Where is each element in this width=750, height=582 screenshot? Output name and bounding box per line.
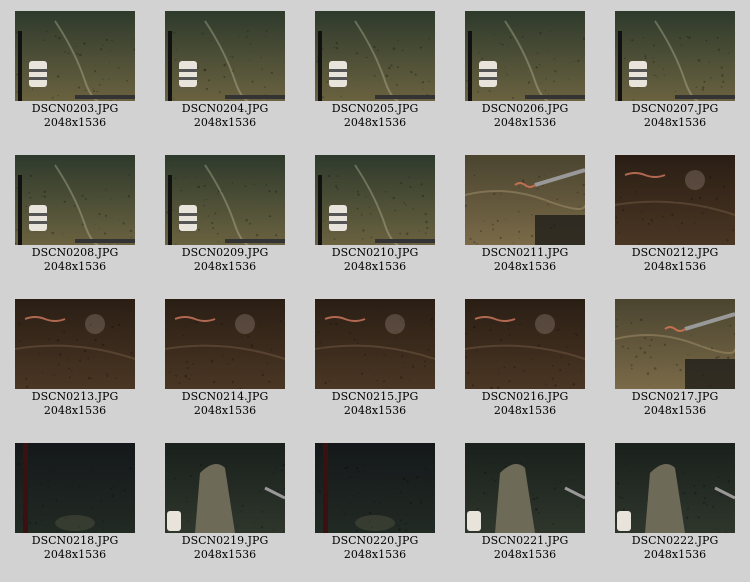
image-dimensions: 2048x1536 (643, 260, 707, 273)
thumbnail-item[interactable]: DSCN0210.JPG 2048x1536 (300, 155, 450, 274)
seafloor-photo-icon[interactable] (465, 155, 585, 245)
file-name[interactable]: DSCN0214.JPG (150, 390, 300, 404)
image-dimensions: 2048x1536 (643, 116, 707, 129)
thumbnail-item[interactable]: DSCN0211.JPG 2048x1536 (450, 155, 600, 274)
image-dimensions: 2048x1536 (193, 260, 257, 273)
file-name[interactable]: DSCN0203.JPG (0, 102, 150, 116)
seafloor-photo-icon[interactable] (465, 299, 585, 389)
seafloor-photo-icon[interactable] (15, 443, 135, 533)
file-name[interactable]: DSCN0205.JPG (300, 102, 450, 116)
seafloor-photo-icon[interactable] (165, 299, 285, 389)
file-name[interactable]: DSCN0215.JPG (300, 390, 450, 404)
seafloor-photo-icon[interactable] (615, 155, 735, 245)
file-name[interactable]: DSCN0204.JPG (150, 102, 300, 116)
file-name[interactable]: DSCN0217.JPG (600, 390, 750, 404)
image-dimensions: 2048x1536 (493, 404, 557, 417)
image-dimensions: 2048x1536 (493, 260, 557, 273)
seafloor-photo-icon[interactable] (315, 299, 435, 389)
file-name[interactable]: DSCN0222.JPG (600, 534, 750, 548)
thumbnail-item[interactable]: DSCN0204.JPG 2048x1536 (150, 11, 300, 130)
seafloor-photo-icon[interactable] (465, 11, 585, 101)
image-dimensions: 2048x1536 (193, 404, 257, 417)
thumbnail-item[interactable]: DSCN0214.JPG 2048x1536 (150, 299, 300, 418)
image-dimensions: 2048x1536 (43, 116, 107, 129)
file-name[interactable]: DSCN0220.JPG (300, 534, 450, 548)
file-name[interactable]: DSCN0213.JPG (0, 390, 150, 404)
thumbnail-item[interactable]: DSCN0218.JPG 2048x1536 (0, 443, 150, 562)
file-name[interactable]: DSCN0208.JPG (0, 246, 150, 260)
seafloor-photo-icon[interactable] (165, 155, 285, 245)
thumbnail-item[interactable]: DSCN0212.JPG 2048x1536 (600, 155, 750, 274)
seafloor-photo-icon[interactable] (465, 443, 585, 533)
image-dimensions: 2048x1536 (343, 548, 407, 561)
thumbnail-item[interactable]: DSCN0209.JPG 2048x1536 (150, 155, 300, 274)
image-dimensions: 2048x1536 (193, 116, 257, 129)
thumbnail-item[interactable]: DSCN0217.JPG 2048x1536 (600, 299, 750, 418)
image-dimensions: 2048x1536 (643, 548, 707, 561)
seafloor-photo-icon[interactable] (15, 155, 135, 245)
thumbnail-item[interactable]: DSCN0222.JPG 2048x1536 (600, 443, 750, 562)
file-name[interactable]: DSCN0216.JPG (450, 390, 600, 404)
seafloor-photo-icon[interactable] (15, 11, 135, 101)
thumbnail-item[interactable]: DSCN0207.JPG 2048x1536 (600, 11, 750, 130)
file-name[interactable]: DSCN0212.JPG (600, 246, 750, 260)
image-dimensions: 2048x1536 (643, 404, 707, 417)
thumbnail-item[interactable]: DSCN0216.JPG 2048x1536 (450, 299, 600, 418)
thumbnail-item[interactable]: DSCN0213.JPG 2048x1536 (0, 299, 150, 418)
image-dimensions: 2048x1536 (343, 260, 407, 273)
image-dimensions: 2048x1536 (193, 548, 257, 561)
seafloor-photo-icon[interactable] (615, 299, 735, 389)
image-dimensions: 2048x1536 (43, 548, 107, 561)
seafloor-photo-icon[interactable] (165, 443, 285, 533)
image-dimensions: 2048x1536 (343, 116, 407, 129)
thumbnail-item[interactable]: DSCN0221.JPG 2048x1536 (450, 443, 600, 562)
file-name[interactable]: DSCN0210.JPG (300, 246, 450, 260)
file-name[interactable]: DSCN0206.JPG (450, 102, 600, 116)
seafloor-photo-icon[interactable] (315, 155, 435, 245)
file-name[interactable]: DSCN0221.JPG (450, 534, 600, 548)
seafloor-photo-icon[interactable] (315, 11, 435, 101)
file-name[interactable]: DSCN0207.JPG (600, 102, 750, 116)
file-name[interactable]: DSCN0219.JPG (150, 534, 300, 548)
image-dimensions: 2048x1536 (493, 116, 557, 129)
seafloor-photo-icon[interactable] (615, 11, 735, 101)
image-dimensions: 2048x1536 (493, 548, 557, 561)
thumbnail-item[interactable]: DSCN0219.JPG 2048x1536 (150, 443, 300, 562)
thumbnail-item[interactable]: DSCN0205.JPG 2048x1536 (300, 11, 450, 130)
thumbnail-item[interactable]: DSCN0215.JPG 2048x1536 (300, 299, 450, 418)
image-dimensions: 2048x1536 (43, 404, 107, 417)
thumbnail-item[interactable]: DSCN0220.JPG 2048x1536 (300, 443, 450, 562)
seafloor-photo-icon[interactable] (315, 443, 435, 533)
thumbnail-item[interactable]: DSCN0206.JPG 2048x1536 (450, 11, 600, 130)
file-name[interactable]: DSCN0218.JPG (0, 534, 150, 548)
seafloor-photo-icon[interactable] (15, 299, 135, 389)
thumbnail-grid: DSCN0203.JPG 2048x1536 DSCN0204.JPG 2048x15… (0, 0, 750, 582)
thumbnail-item[interactable]: DSCN0203.JPG 2048x1536 (0, 11, 150, 130)
file-name[interactable]: DSCN0211.JPG (450, 246, 600, 260)
file-name[interactable]: DSCN0209.JPG (150, 246, 300, 260)
thumbnail-item[interactable]: DSCN0208.JPG 2048x1536 (0, 155, 150, 274)
image-dimensions: 2048x1536 (43, 260, 107, 273)
image-dimensions: 2048x1536 (343, 404, 407, 417)
seafloor-photo-icon[interactable] (165, 11, 285, 101)
seafloor-photo-icon[interactable] (615, 443, 735, 533)
